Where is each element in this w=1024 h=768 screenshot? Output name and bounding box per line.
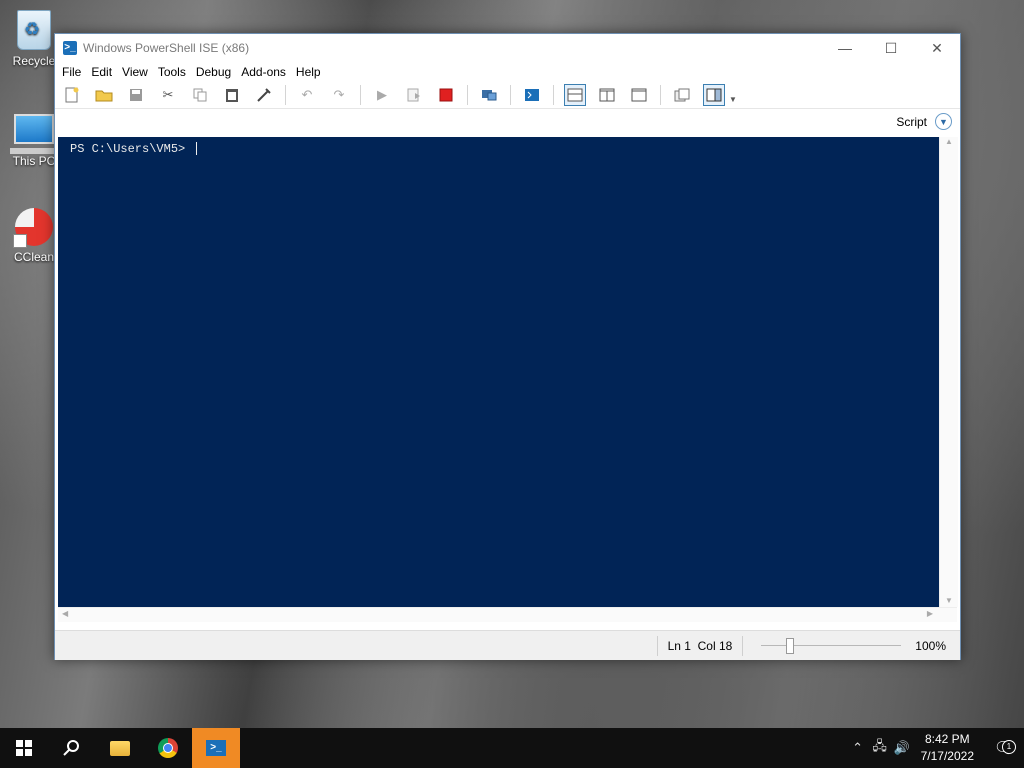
chevron-down-icon[interactable]: ▼ [935, 113, 952, 130]
scroll-left-icon[interactable]: ◀ [62, 609, 68, 618]
scroll-right-icon[interactable]: ▶ [927, 609, 933, 618]
toolbar-separator [510, 85, 511, 105]
script-toggle-label: Script [896, 114, 927, 129]
start-powershell-icon[interactable] [521, 84, 543, 106]
toolbar-separator [360, 85, 361, 105]
start-icon [16, 740, 32, 756]
new-remote-tab-icon[interactable] [478, 84, 500, 106]
title-bar[interactable]: >_ Windows PowerShell ISE (x86) — ☐ ✕ [55, 34, 960, 62]
save-icon[interactable] [125, 84, 147, 106]
menu-help[interactable]: Help [295, 65, 328, 79]
menu-file[interactable]: File [61, 65, 88, 79]
chrome-icon [158, 738, 178, 758]
powershell-ise-window: >_ Windows PowerShell ISE (x86) — ☐ ✕ Fi… [54, 33, 961, 660]
stop-icon[interactable] [435, 84, 457, 106]
taskbar: >_ ⌃ 🖧 🔊 8:42 PM 7/17/2022 🗨 1 [0, 728, 1024, 768]
taskbar-file-explorer[interactable] [96, 728, 144, 768]
new-file-icon[interactable] [61, 84, 83, 106]
cursor-position: Ln 1 Col 18 [656, 635, 743, 656]
column-number: Col 18 [697, 638, 733, 653]
maximize-button[interactable]: ☐ [868, 34, 914, 62]
console-prompt: PS C:\Users\VM5> [70, 142, 193, 156]
toolbar-separator [553, 85, 554, 105]
taskbar-powershell-ise[interactable]: >_ [192, 728, 240, 768]
zoom-slider[interactable] [761, 638, 902, 654]
show-command-addon-icon[interactable] [703, 84, 725, 106]
scroll-down-icon[interactable]: ▼ [940, 596, 958, 605]
network-icon[interactable]: 🖧 [869, 737, 891, 759]
clock[interactable]: 8:42 PM 7/17/2022 [921, 731, 974, 765]
menu-add-ons[interactable]: Add-ons [240, 65, 293, 79]
open-file-icon[interactable] [93, 84, 115, 106]
run-selection-icon[interactable] [403, 84, 425, 106]
run-script-icon[interactable]: ▶ [371, 84, 393, 106]
console-pane[interactable]: PS C:\Users\VM5> [58, 137, 939, 607]
horizontal-scrollbar[interactable]: ◀ ▶ [58, 607, 957, 622]
close-button[interactable]: ✕ [914, 34, 960, 62]
vertical-scrollbar[interactable]: ▲ ▼ [939, 137, 958, 607]
chevron-up-icon[interactable]: ⌃ [847, 740, 869, 756]
toolbar-separator [660, 85, 661, 105]
line-number: Ln 1 [667, 638, 691, 653]
undo-icon[interactable]: ↶ [296, 84, 318, 106]
start-button[interactable] [0, 728, 48, 768]
notification-count-badge: 1 [1002, 740, 1016, 754]
taskbar-chrome[interactable] [144, 728, 192, 768]
zoom-control: 100% [742, 635, 960, 656]
paste-icon[interactable] [221, 84, 243, 106]
menu-bar: File Edit View Tools Debug Add-ons Help [55, 62, 960, 82]
volume-icon[interactable]: 🔊 [891, 740, 913, 756]
copy-icon[interactable] [189, 84, 211, 106]
ccleaner-icon [13, 208, 53, 248]
toolbar-separator [467, 85, 468, 105]
powershell-ise-icon: >_ [206, 740, 226, 756]
powershell-ise-icon: >_ [63, 41, 77, 55]
redo-icon[interactable]: ↷ [328, 84, 350, 106]
menu-edit[interactable]: Edit [90, 65, 119, 79]
minimize-button[interactable]: — [822, 34, 868, 62]
zoom-level: 100% [915, 638, 946, 653]
toolbar-overflow-icon[interactable]: ▼ [729, 87, 737, 104]
show-command-window-icon[interactable] [671, 84, 693, 106]
menu-tools[interactable]: Tools [157, 65, 193, 79]
text-cursor [196, 142, 198, 156]
search-icon [63, 740, 79, 756]
menu-view[interactable]: View [121, 65, 155, 79]
file-explorer-icon [110, 740, 130, 756]
toolbar-separator [285, 85, 286, 105]
show-script-top-icon[interactable] [564, 84, 586, 106]
zoom-slider-thumb[interactable] [786, 638, 795, 654]
window-title: Windows PowerShell ISE (x86) [83, 41, 250, 55]
toolbar: ✂ ↶ ↷ ▶ ▼ [55, 82, 960, 109]
status-bar: Ln 1 Col 18 100% [55, 630, 960, 660]
system-tray: ⌃ 🖧 🔊 8:42 PM 7/17/2022 🗨 1 [847, 728, 1024, 768]
computer-icon [10, 114, 54, 154]
recycle-bin-icon [17, 10, 51, 50]
show-script-right-icon[interactable] [596, 84, 618, 106]
cut-icon[interactable]: ✂ [157, 84, 179, 106]
show-script-maximized-icon[interactable] [628, 84, 650, 106]
menu-debug[interactable]: Debug [195, 65, 238, 79]
clock-time: 8:42 PM [924, 732, 970, 746]
clear-console-icon[interactable] [253, 84, 275, 106]
action-center-button[interactable]: 🗨 1 [984, 738, 1024, 758]
script-pane-toggle-row: Script ▼ [55, 109, 960, 134]
clock-date: 7/17/2022 [920, 749, 974, 763]
search-button[interactable] [48, 728, 96, 768]
scroll-up-icon[interactable]: ▲ [940, 137, 958, 146]
